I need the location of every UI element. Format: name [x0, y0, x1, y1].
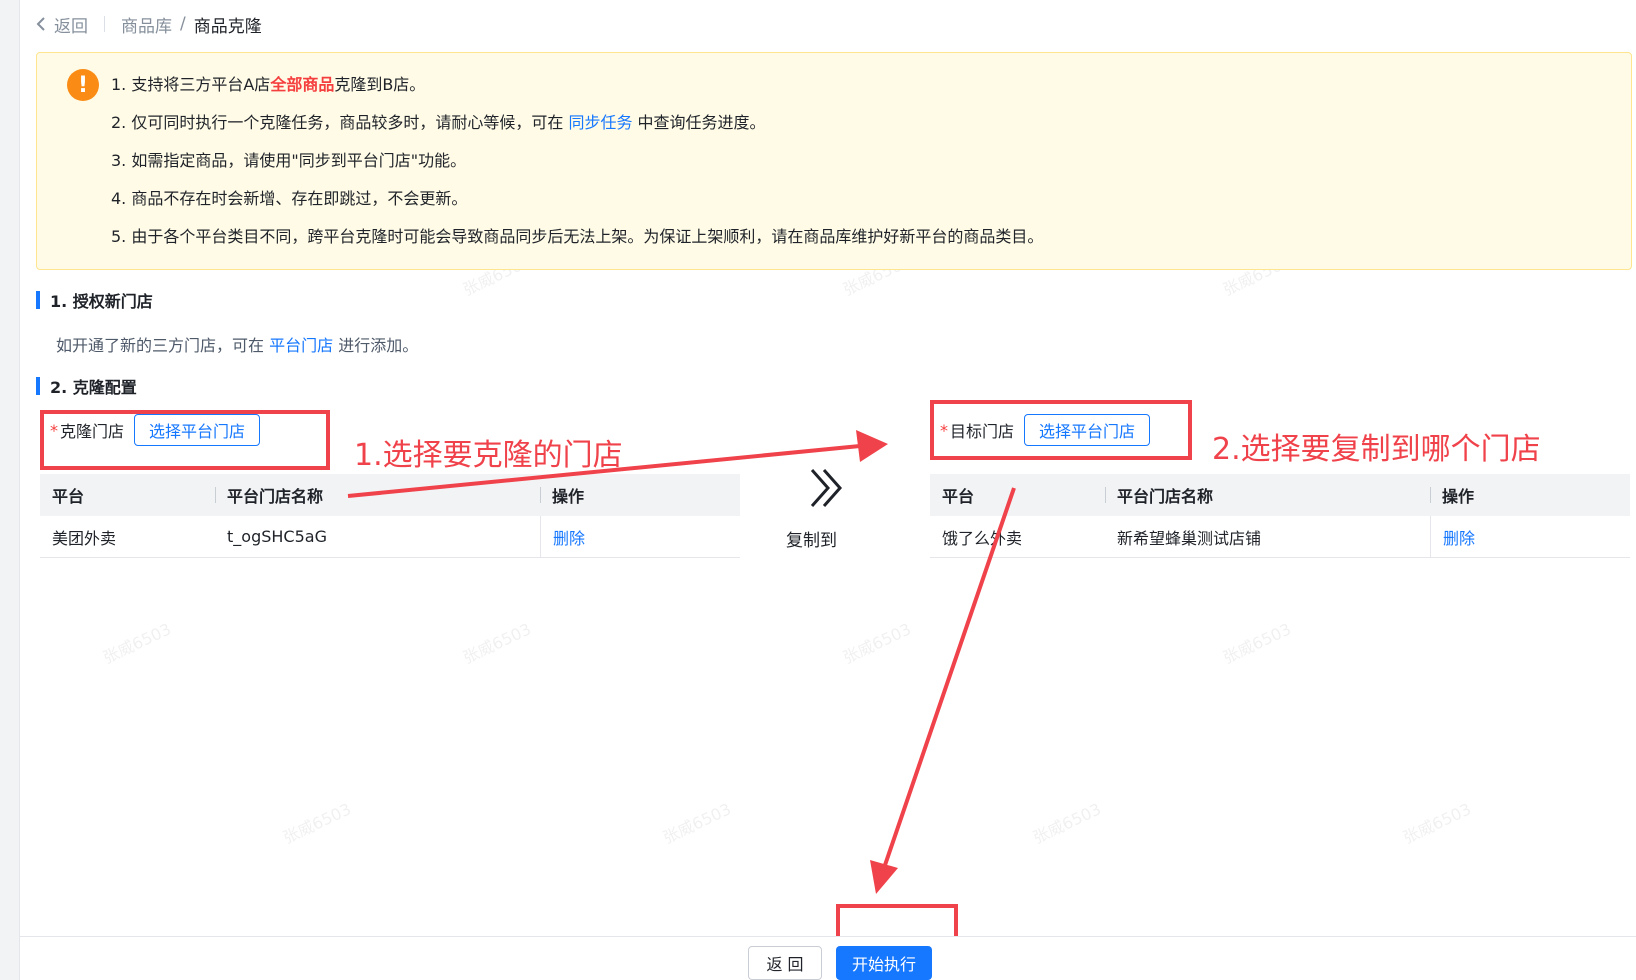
notice-text: 克隆到B店。	[334, 75, 426, 94]
chevron-left-icon	[36, 17, 45, 31]
annotation-box-target	[930, 400, 1192, 460]
back-link-label: 返回	[54, 16, 88, 37]
watermark: 张威6503	[460, 619, 534, 668]
notice-panel: ! 1. 支持将三方平台A店全部商品克隆到B店。 2. 仅可同时执行一个克隆任务…	[36, 52, 1632, 270]
back-button[interactable]: 返 回	[748, 946, 822, 980]
exclamation-icon: !	[67, 69, 99, 101]
back-link[interactable]: 返回	[36, 12, 88, 37]
column-header-store-name: 平台门店名称	[215, 474, 540, 516]
notice-text: 1. 支持将三方平台A店	[111, 75, 271, 94]
cell-store-name: t_ogSHC5aG	[227, 527, 327, 546]
watermark: 张威6503	[660, 799, 734, 848]
section-title-clone-config: 2. 克隆配置	[36, 374, 137, 398]
table-row: 饿了么外卖 新希望蜂巢测试店铺 删除	[930, 516, 1630, 558]
section-title-authorize: 1. 授权新门店	[36, 288, 153, 312]
table-row: 美团外卖 t_ogSHC5aG 删除	[40, 516, 740, 558]
target-store-table: 平台 平台门店名称 操作 饿了么外卖 新希望蜂巢测试店铺 删除	[930, 474, 1630, 558]
notice-line-2: 2. 仅可同时执行一个克隆任务，商品较多时，请耐心等候，可在 同步任务 中查询任…	[111, 109, 766, 133]
annotation-arrowhead	[856, 430, 888, 462]
notice-highlight: 全部商品	[270, 75, 335, 94]
notice-line-4: 4. 商品不存在时会新增、存在即跳过，不会更新。	[111, 189, 468, 208]
table-header: 平台 平台门店名称 操作	[930, 474, 1630, 516]
delete-link[interactable]: 删除	[553, 525, 585, 549]
cell-store-name: 新希望蜂巢测试店铺	[1117, 528, 1262, 548]
divider	[104, 16, 105, 32]
notice-line-3: 3. 如需指定商品，请使用"同步到平台门店"功能。	[111, 151, 467, 170]
notice-text: 2. 仅可同时执行一个克隆任务，商品较多时，请耐心等候，可在	[111, 113, 569, 132]
delete-link[interactable]: 删除	[1443, 525, 1475, 549]
hint-text: 进行添加。	[333, 336, 419, 355]
cell-platform: 饿了么外卖	[942, 528, 1023, 548]
watermark: 张威6503	[1030, 799, 1104, 848]
breadcrumb-item-product-clone: 商品克隆	[193, 16, 262, 37]
watermark: 张威6503	[1400, 799, 1474, 848]
copy-to-label: 复制到	[786, 531, 837, 551]
annotation-box-source	[40, 410, 330, 470]
source-store-table: 平台 平台门店名称 操作 美团外卖 t_ogSHC5aG 删除	[40, 474, 740, 558]
section-title-text: 1. 授权新门店	[50, 292, 153, 311]
platform-store-link[interactable]: 平台门店	[269, 336, 333, 355]
table-header: 平台 平台门店名称 操作	[40, 474, 740, 516]
hint-text: 如开通了新的三方门店，可在	[56, 336, 270, 355]
authorize-hint: 如开通了新的三方门店，可在 平台门店 进行添加。	[56, 332, 418, 356]
sync-task-link[interactable]: 同步任务	[568, 113, 632, 132]
watermark: 张威6503	[280, 799, 354, 848]
annotation-step1: 1.选择要克隆的门店	[354, 438, 623, 473]
column-header-action: 操作	[1430, 474, 1630, 516]
column-header-store-name: 平台门店名称	[1105, 474, 1430, 516]
column-header-platform: 平台	[942, 487, 975, 506]
footer-bar	[20, 936, 1636, 980]
watermark: 张威6503	[1220, 619, 1294, 668]
annotation-arrowhead	[870, 860, 898, 894]
watermark: 张威6503	[840, 619, 914, 668]
cell-platform: 美团外卖	[52, 528, 117, 548]
section-bar	[36, 377, 40, 395]
notice-text: 中查询任务进度。	[632, 113, 766, 132]
top-bar: 返回 商品库 / 商品克隆	[36, 10, 262, 38]
left-sidebar-strip	[0, 0, 20, 980]
section-title-text: 2. 克隆配置	[50, 378, 137, 397]
section-bar	[36, 291, 40, 309]
start-execution-button[interactable]: 开始执行	[836, 946, 932, 980]
double-chevron-right-icon	[810, 469, 843, 507]
column-header-platform: 平台	[52, 487, 85, 506]
annotation-step2: 2.选择要复制到哪个门店	[1212, 432, 1541, 467]
column-header-action: 操作	[540, 474, 740, 516]
breadcrumb-item-product-library[interactable]: 商品库	[121, 12, 172, 37]
notice-line-1: 1. 支持将三方平台A店全部商品克隆到B店。	[111, 71, 425, 95]
breadcrumb-separator: /	[180, 14, 186, 34]
watermark: 张威6503	[100, 619, 174, 668]
notice-line-5: 5. 由于各个平台类目不同，跨平台克隆时可能会导致商品同步后无法上架。为保证上架…	[111, 227, 1044, 246]
